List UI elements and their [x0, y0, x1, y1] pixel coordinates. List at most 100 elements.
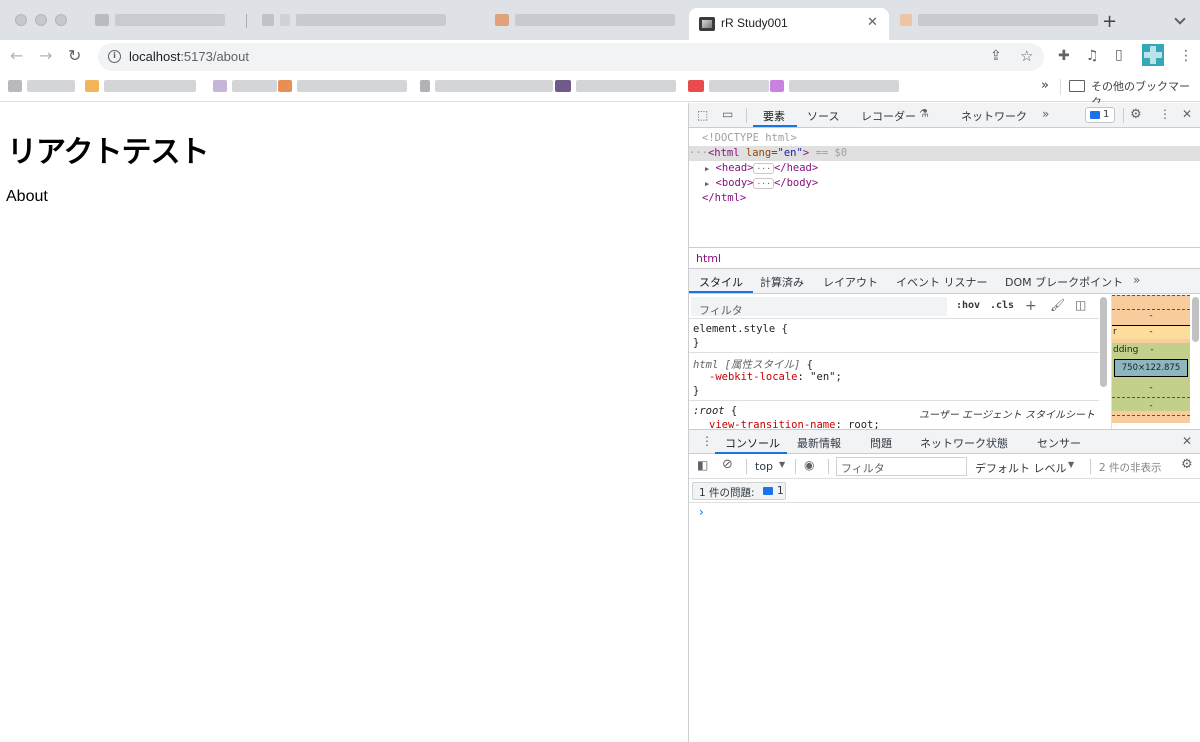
dom-node-body[interactable]: ▶ <body> ··· </body> [689, 176, 1200, 191]
close-devtools-icon[interactable]: ✕ [1182, 107, 1192, 121]
profile-avatar[interactable] [1142, 44, 1164, 66]
site-info-icon[interactable]: i [108, 50, 121, 63]
zoom-window-button[interactable] [55, 14, 67, 26]
styles-scrollbar[interactable] [1100, 297, 1107, 387]
bookmark-item[interactable] [555, 78, 676, 94]
tab-issues[interactable]: 問題 [870, 435, 892, 451]
tab-dom-breakpoints[interactable]: DOM ブレークポイント [1005, 274, 1123, 290]
bookmark-item[interactable] [213, 78, 277, 94]
rule-selector[interactable]: html [属性スタイル] { [693, 357, 813, 372]
bookmark-item[interactable] [85, 78, 196, 94]
forward-icon[interactable]: → [39, 46, 52, 65]
side-panel-icon[interactable]: ▯ [1115, 47, 1123, 63]
inspect-element-icon[interactable]: ⬚ [697, 108, 708, 122]
tab-styles[interactable]: スタイル [699, 274, 743, 290]
padding-value[interactable]: - [1132, 345, 1172, 355]
bookmark-item[interactable] [278, 78, 407, 94]
address-bar[interactable]: i localhost:5173/about ⇪ ☆ [98, 43, 1044, 71]
tab[interactable] [900, 12, 1098, 28]
tab-network-conditions[interactable]: ネットワーク状態 [920, 435, 1008, 451]
margin-value[interactable]: - [1112, 311, 1190, 321]
rule-selector[interactable]: :root { [693, 405, 737, 417]
css-declaration[interactable]: -webkit-locale: "en"; [709, 371, 842, 383]
bookmark-star-icon[interactable]: ☆ [1020, 47, 1033, 65]
folder-icon [1069, 80, 1085, 92]
tab-sources[interactable]: ソース [807, 108, 839, 124]
dom-node-html-close[interactable]: </html> [689, 191, 1200, 206]
chrome-menu-icon[interactable]: ⋮ [1179, 48, 1193, 64]
collapsed-ellipsis-icon[interactable]: ··· [753, 177, 774, 189]
reload-icon[interactable]: ↻ [68, 46, 81, 65]
close-drawer-icon[interactable]: ✕ [1182, 434, 1192, 448]
address-url[interactable]: localhost:5173/about [129, 49, 249, 64]
styles-filter-input[interactable]: フィルタ [691, 297, 947, 317]
dom-doctype[interactable]: <!DOCTYPE html> [689, 131, 1200, 146]
extensions-icon[interactable]: ✚ [1058, 48, 1070, 64]
more-tabs-icon[interactable]: » [1042, 107, 1049, 121]
tab-console[interactable]: コンソール [725, 435, 780, 451]
border-value[interactable]: - [1112, 327, 1190, 337]
tab-search-icon[interactable] [1174, 13, 1186, 25]
rule-origin[interactable]: ユーザー エージェント スタイルシート [919, 406, 1095, 421]
device-toolbar-icon[interactable]: ▭ [722, 107, 733, 121]
border-bottom-value[interactable]: - [1112, 401, 1190, 411]
log-level-select[interactable]: デフォルト レベル [975, 460, 1067, 476]
tab-whats-new[interactable]: 最新情報 [797, 435, 841, 451]
toggle-sidebar-icon[interactable]: ◫ [1075, 298, 1086, 312]
issues-button[interactable]: 1 件の問題: 1 [692, 482, 786, 500]
bookmark-item[interactable] [8, 78, 75, 94]
bookmark-item[interactable] [688, 78, 769, 94]
tab-event-listeners[interactable]: イベント リスナー [896, 274, 988, 290]
bookmark-item[interactable] [420, 78, 553, 94]
share-icon[interactable]: ⇪ [990, 48, 1002, 64]
close-window-button[interactable] [15, 14, 27, 26]
live-expression-eye-icon[interactable]: ◉ [804, 458, 814, 472]
tab-elements[interactable]: 要素 [763, 108, 785, 124]
computed-scrollbar[interactable] [1192, 297, 1199, 342]
cls-toggle[interactable]: .cls [990, 300, 1014, 311]
tab[interactable] [95, 12, 225, 28]
tab-sensors[interactable]: センサー [1037, 435, 1081, 451]
new-style-rule-icon[interactable]: + [1025, 298, 1037, 314]
minimize-window-button[interactable] [35, 14, 47, 26]
expand-triangle-icon[interactable]: ▶ [705, 180, 709, 188]
context-select[interactable]: top [755, 460, 773, 473]
collapsed-ellipsis-icon[interactable]: ··· [753, 162, 774, 174]
console-sidebar-icon[interactable]: ◧ [697, 458, 708, 472]
breadcrumb-item-html[interactable]: html [696, 252, 721, 265]
content-size[interactable]: 750×122.875 [1112, 363, 1190, 373]
active-tab[interactable]: rR Study001 ✕ [689, 8, 889, 40]
new-tab-button[interactable]: + [1102, 11, 1117, 32]
issues-badge[interactable]: 1 [1085, 107, 1115, 123]
bookmarks-bar: » その他のブックマーク [0, 72, 1200, 109]
dom-node-html[interactable]: ···<html lang="en"> == $0 [689, 146, 1200, 161]
console-settings-gear-icon[interactable]: ⚙ [1181, 457, 1193, 472]
console-filter-input[interactable]: フィルタ [836, 457, 967, 476]
tab-layout[interactable]: レイアウト [823, 274, 878, 290]
rule-selector[interactable]: element.style { [693, 323, 788, 335]
dom-node-head[interactable]: ▶ <head> ··· </head> [689, 161, 1200, 176]
settings-gear-icon[interactable]: ⚙ [1130, 107, 1142, 122]
tab-close-icon[interactable]: ✕ [867, 15, 878, 30]
hov-toggle[interactable]: :hov [956, 300, 980, 311]
tab[interactable] [495, 12, 675, 28]
tab-network[interactable]: ネットワーク [961, 108, 1027, 124]
devtools-menu-icon[interactable]: ⋮ [1159, 107, 1171, 121]
expand-triangle-icon[interactable]: ▶ [705, 165, 709, 173]
padding-bottom-value[interactable]: - [1112, 383, 1190, 393]
tab[interactable] [262, 12, 446, 28]
console-prompt-icon[interactable]: › [699, 505, 704, 519]
bookmark-item[interactable] [770, 78, 899, 94]
media-controls-icon[interactable]: ♫ [1086, 48, 1099, 64]
paint-brush-icon[interactable]: 🖌 [1050, 298, 1065, 312]
clear-console-icon[interactable]: ⊘ [722, 457, 733, 472]
margin-edge [1112, 309, 1190, 310]
back-icon[interactable]: ← [10, 46, 23, 65]
css-declaration[interactable]: view-transition-name: root; [709, 419, 880, 429]
tab-computed[interactable]: 計算済み [760, 274, 804, 290]
tab-recorder[interactable]: レコーダー [861, 108, 916, 124]
node-actions-icon[interactable]: ··· [689, 147, 708, 159]
bookmarks-overflow-button[interactable]: » [1041, 78, 1049, 93]
more-tabs-icon[interactable]: » [1133, 273, 1140, 287]
drawer-menu-icon[interactable]: ⋮ [701, 434, 713, 448]
